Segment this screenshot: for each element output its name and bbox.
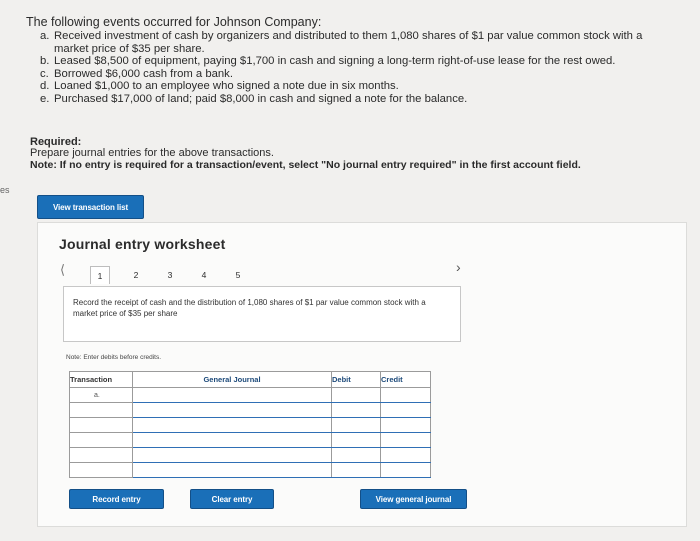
- transaction-cell[interactable]: [69, 402, 133, 418]
- event-item: e. Purchased $17,000 of land; paid $8,000…: [40, 93, 680, 106]
- prepare-text: Prepare journal entries for the above tr…: [30, 147, 274, 159]
- credit-cell[interactable]: [380, 447, 431, 463]
- table-row: [69, 432, 431, 448]
- table-row: [69, 447, 431, 463]
- problem-intro: The following events occurred for Johnso…: [26, 15, 322, 29]
- transaction-cell[interactable]: [69, 417, 133, 433]
- note-text: Note: If no entry is required for a tran…: [30, 159, 581, 171]
- event-item: c. Borrowed $6,000 cash from a bank.: [40, 68, 680, 81]
- credit-header: Credit: [380, 371, 431, 388]
- table-row: [69, 462, 431, 478]
- event-text: Received investment of cash by organizer…: [54, 30, 643, 55]
- events-list: a. Received investment of cash by organiz…: [40, 30, 680, 106]
- debit-cell[interactable]: [331, 447, 381, 463]
- tab-1[interactable]: 1: [90, 266, 110, 284]
- event-text: Leased $8,500 of equipment, paying $1,70…: [54, 55, 616, 68]
- left-edge-text: es: [0, 185, 10, 195]
- account-cell[interactable]: [132, 402, 332, 418]
- instruction-text: Record the receipt of cash and the distr…: [73, 298, 426, 318]
- transaction-header: Transaction: [69, 371, 133, 388]
- view-transaction-list-button[interactable]: View transaction list: [37, 195, 144, 219]
- debit-cell[interactable]: [331, 387, 381, 403]
- credit-cell[interactable]: [380, 387, 431, 403]
- chevron-left-icon[interactable]: ⟨: [60, 262, 65, 278]
- journal-header-row: Transaction General Journal Debit Credit: [69, 371, 431, 388]
- worksheet-title: Journal entry worksheet: [59, 236, 226, 252]
- event-text: Borrowed $6,000 cash from a bank.: [54, 67, 233, 80]
- tab-2[interactable]: 2: [126, 266, 146, 284]
- account-cell[interactable]: [132, 432, 332, 448]
- account-cell[interactable]: [132, 417, 332, 433]
- tab-5[interactable]: 5: [228, 266, 248, 284]
- event-letter: e.: [40, 92, 50, 105]
- debit-header: Debit: [331, 371, 381, 388]
- tab-3[interactable]: 3: [160, 266, 180, 284]
- account-cell[interactable]: [132, 387, 332, 403]
- event-item: d. Loaned $1,000 to an employee who signe…: [40, 80, 680, 93]
- debit-cell[interactable]: [331, 462, 381, 478]
- credit-cell[interactable]: [380, 462, 431, 478]
- debit-cell[interactable]: [331, 417, 381, 433]
- chevron-right-icon[interactable]: ›: [456, 259, 461, 275]
- journal-table: Transaction General Journal Debit Credit…: [69, 371, 431, 478]
- debit-cell[interactable]: [331, 432, 381, 448]
- general-journal-header: General Journal: [132, 371, 332, 388]
- table-row: a.: [69, 387, 431, 403]
- event-letter: d.: [40, 80, 50, 93]
- account-cell[interactable]: [132, 462, 332, 478]
- credit-cell[interactable]: [380, 417, 431, 433]
- credit-cell[interactable]: [380, 432, 431, 448]
- transaction-cell[interactable]: [69, 447, 133, 463]
- event-item: b. Leased $8,500 of equipment, paying $1,…: [40, 55, 680, 68]
- event-letter: b.: [40, 55, 50, 68]
- event-letter: c.: [40, 67, 49, 80]
- view-general-journal-button[interactable]: View general journal: [360, 489, 467, 509]
- transaction-cell[interactable]: [69, 462, 133, 478]
- event-item: a. Received investment of cash by organiz…: [40, 30, 680, 55]
- enter-debits-note: Note: Enter debits before credits.: [66, 354, 162, 361]
- transaction-cell[interactable]: a.: [69, 387, 133, 403]
- account-cell[interactable]: [132, 447, 332, 463]
- event-letter: a.: [40, 30, 50, 42]
- event-text: Loaned $1,000 to an employee who signed …: [54, 80, 399, 93]
- clear-entry-button[interactable]: Clear entry: [190, 489, 274, 509]
- transaction-cell[interactable]: [69, 432, 133, 448]
- credit-cell[interactable]: [380, 402, 431, 418]
- table-row: [69, 402, 431, 418]
- tab-4[interactable]: 4: [194, 266, 214, 284]
- debit-cell[interactable]: [331, 402, 381, 418]
- event-text: Purchased $17,000 of land; paid $8,000 i…: [54, 92, 468, 105]
- table-row: [69, 417, 431, 433]
- record-entry-button[interactable]: Record entry: [69, 489, 164, 509]
- instruction-box: Record the receipt of cash and the distr…: [63, 286, 461, 342]
